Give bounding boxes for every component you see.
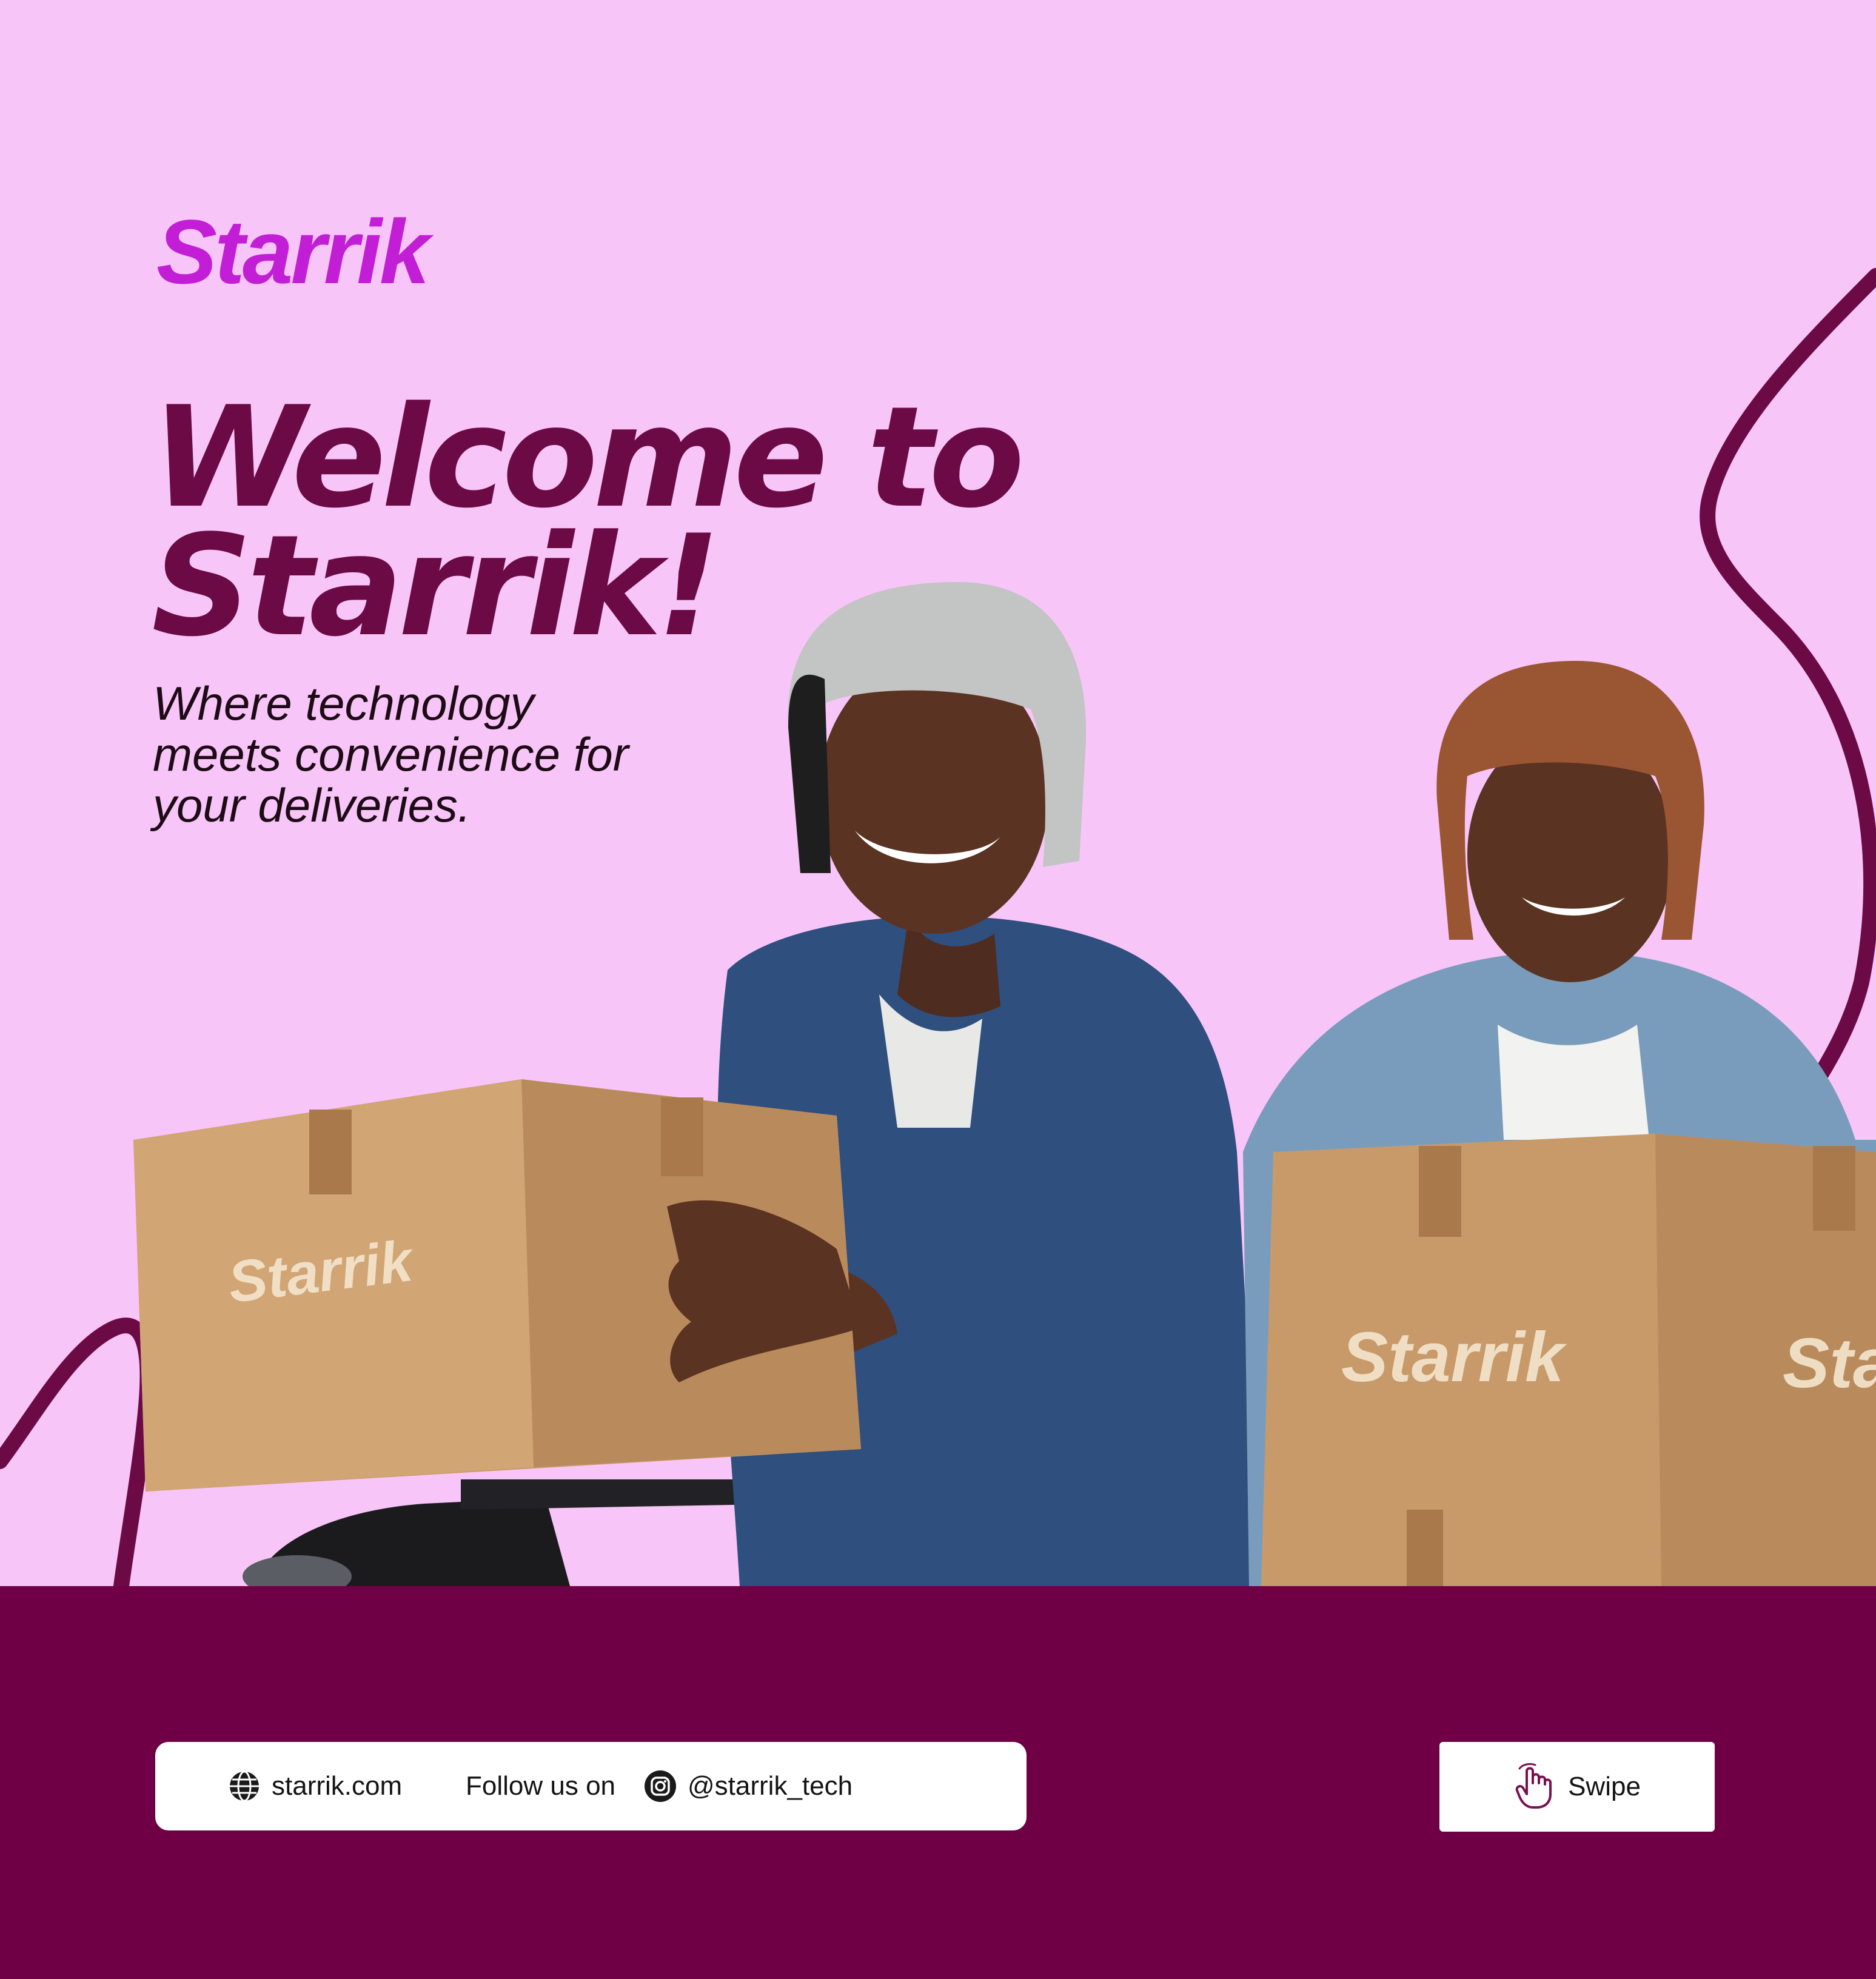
globe-icon xyxy=(230,1770,259,1802)
box-logo-partial: Star xyxy=(1783,1324,1876,1402)
instagram-link[interactable]: @starrik_tech xyxy=(644,1742,853,1830)
delivery-riders-photo xyxy=(133,582,1876,1586)
hero-section: Starrik Welcome to Starrik! Where techno… xyxy=(0,0,1876,1586)
scooter xyxy=(243,1479,800,1586)
contact-bar: starrik.com Follow us on @starrik_tech xyxy=(155,1742,1027,1830)
box-logo-right: Starrik xyxy=(1341,1318,1564,1396)
swipe-button[interactable]: Swipe xyxy=(1439,1742,1715,1832)
website-text: starrik.com xyxy=(272,1771,403,1801)
follow-label: Follow us on xyxy=(466,1771,616,1801)
hand-pointer-icon xyxy=(1515,1763,1552,1809)
website-link[interactable]: starrik.com xyxy=(228,1742,402,1830)
swipe-label: Swipe xyxy=(1568,1772,1641,1801)
instagram-icon xyxy=(645,1770,676,1802)
instagram-handle: @starrik_tech xyxy=(688,1771,853,1801)
